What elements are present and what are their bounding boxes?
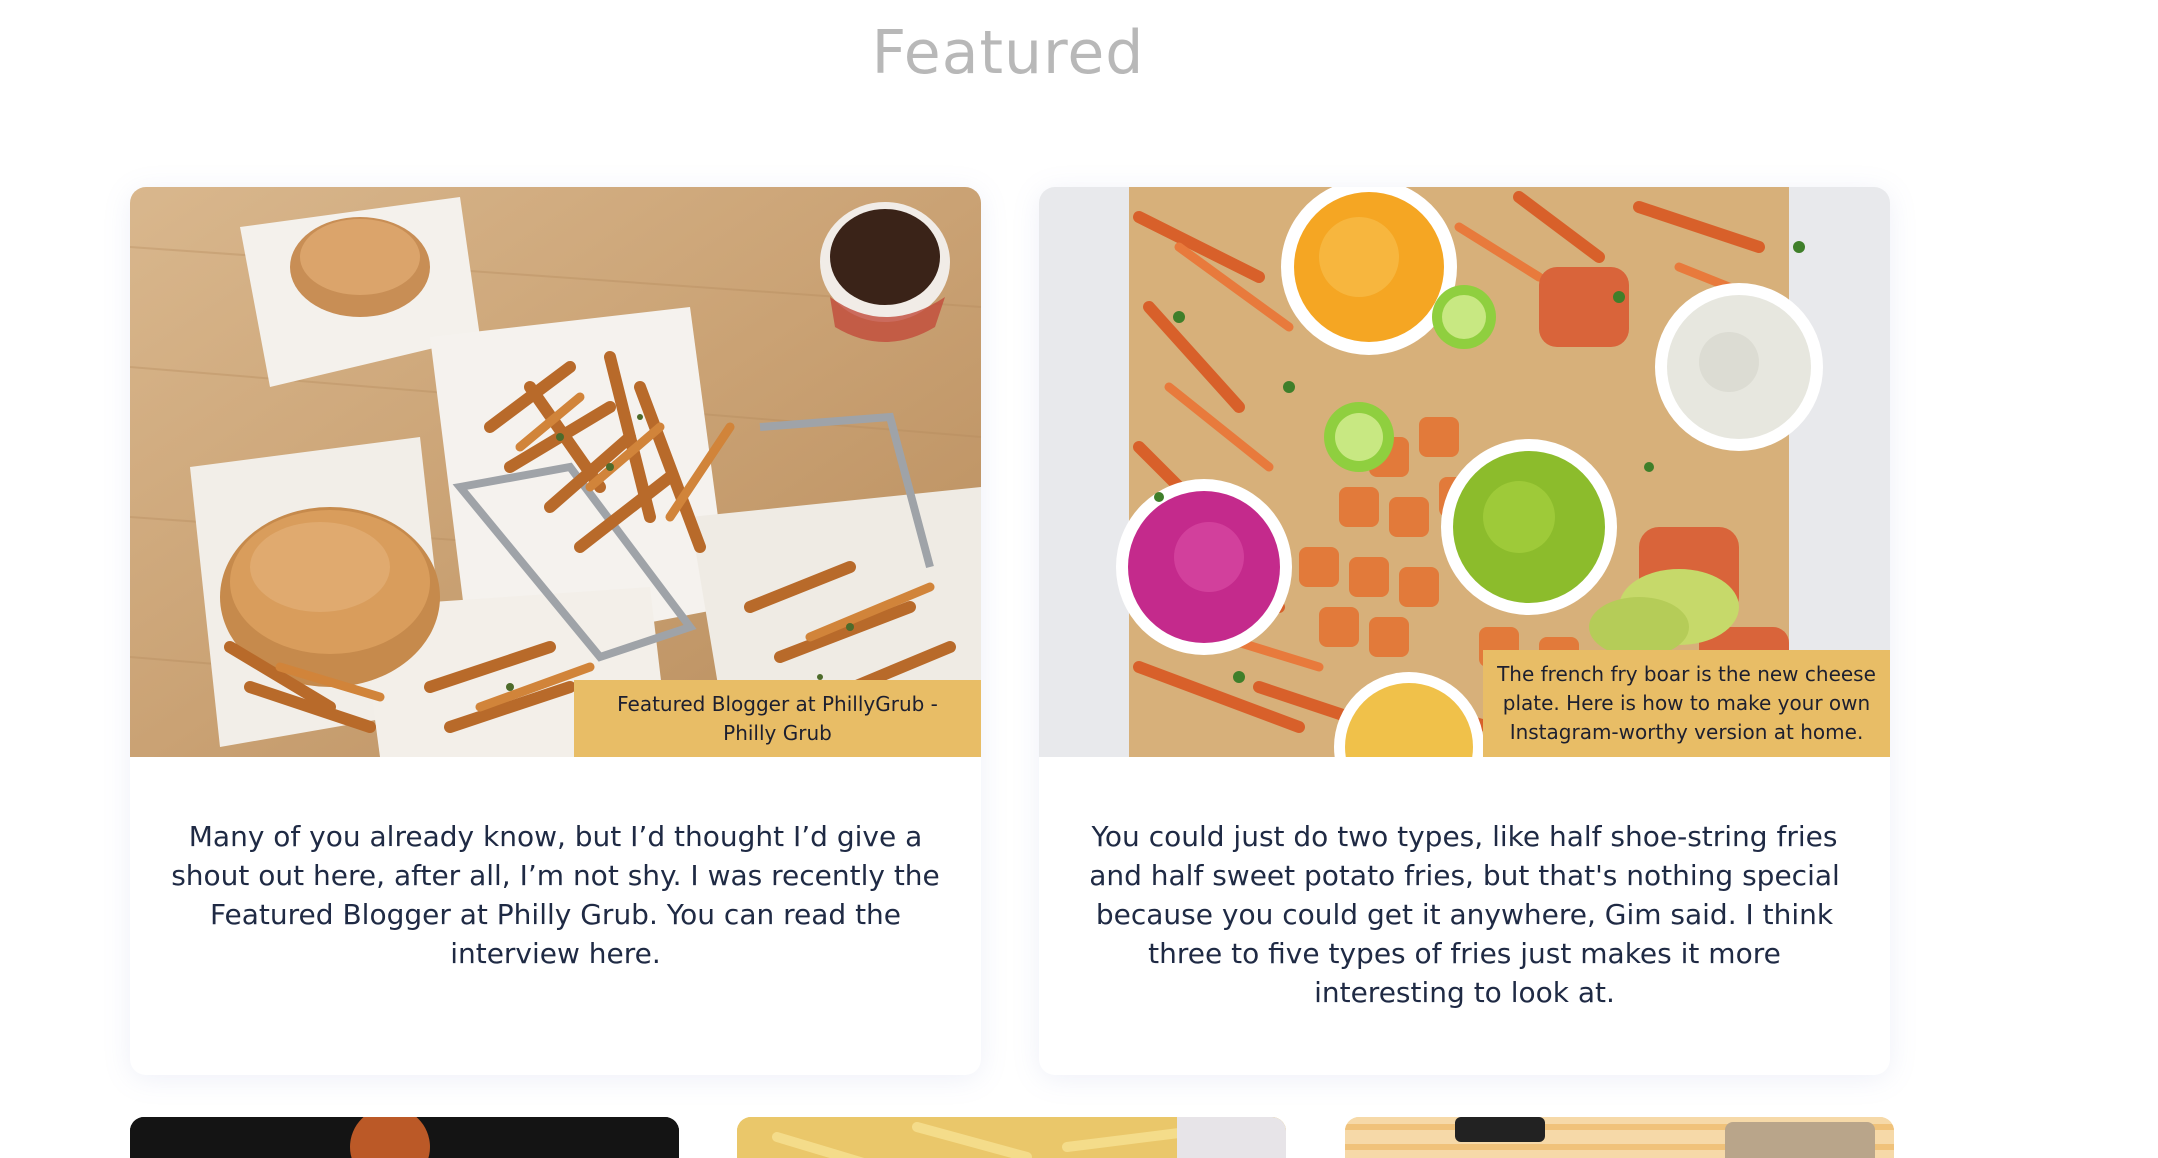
card-preview-tray-photo[interactable] [1345,1117,1894,1158]
featured-card-french-fry-board[interactable]: The french fry boar is the new cheese pl… [1039,187,1890,1075]
fries-and-burgers-photo[interactable]: Featured Blogger at PhillyGrub - Philly … [130,187,981,757]
image-caption: Featured Blogger at PhillyGrub - Philly … [574,680,981,757]
card-preview-dark-photo[interactable] [130,1117,679,1158]
featured-card-philly-grub[interactable]: Featured Blogger at PhillyGrub - Philly … [130,187,981,1075]
card-preview-fries-photo[interactable] [737,1117,1286,1158]
image-caption: The french fry boar is the new cheese pl… [1483,650,1890,757]
card-excerpt: You could just do two types, like half s… [1089,820,1840,1009]
card-excerpt: Many of you already know, but I’d though… [171,820,940,970]
section-title: Featured [871,18,1145,88]
french-fry-board-photo[interactable]: The french fry boar is the new cheese pl… [1039,187,1890,757]
page: Featured Featured Blogger at PhillyGrub … [0,0,2158,1158]
